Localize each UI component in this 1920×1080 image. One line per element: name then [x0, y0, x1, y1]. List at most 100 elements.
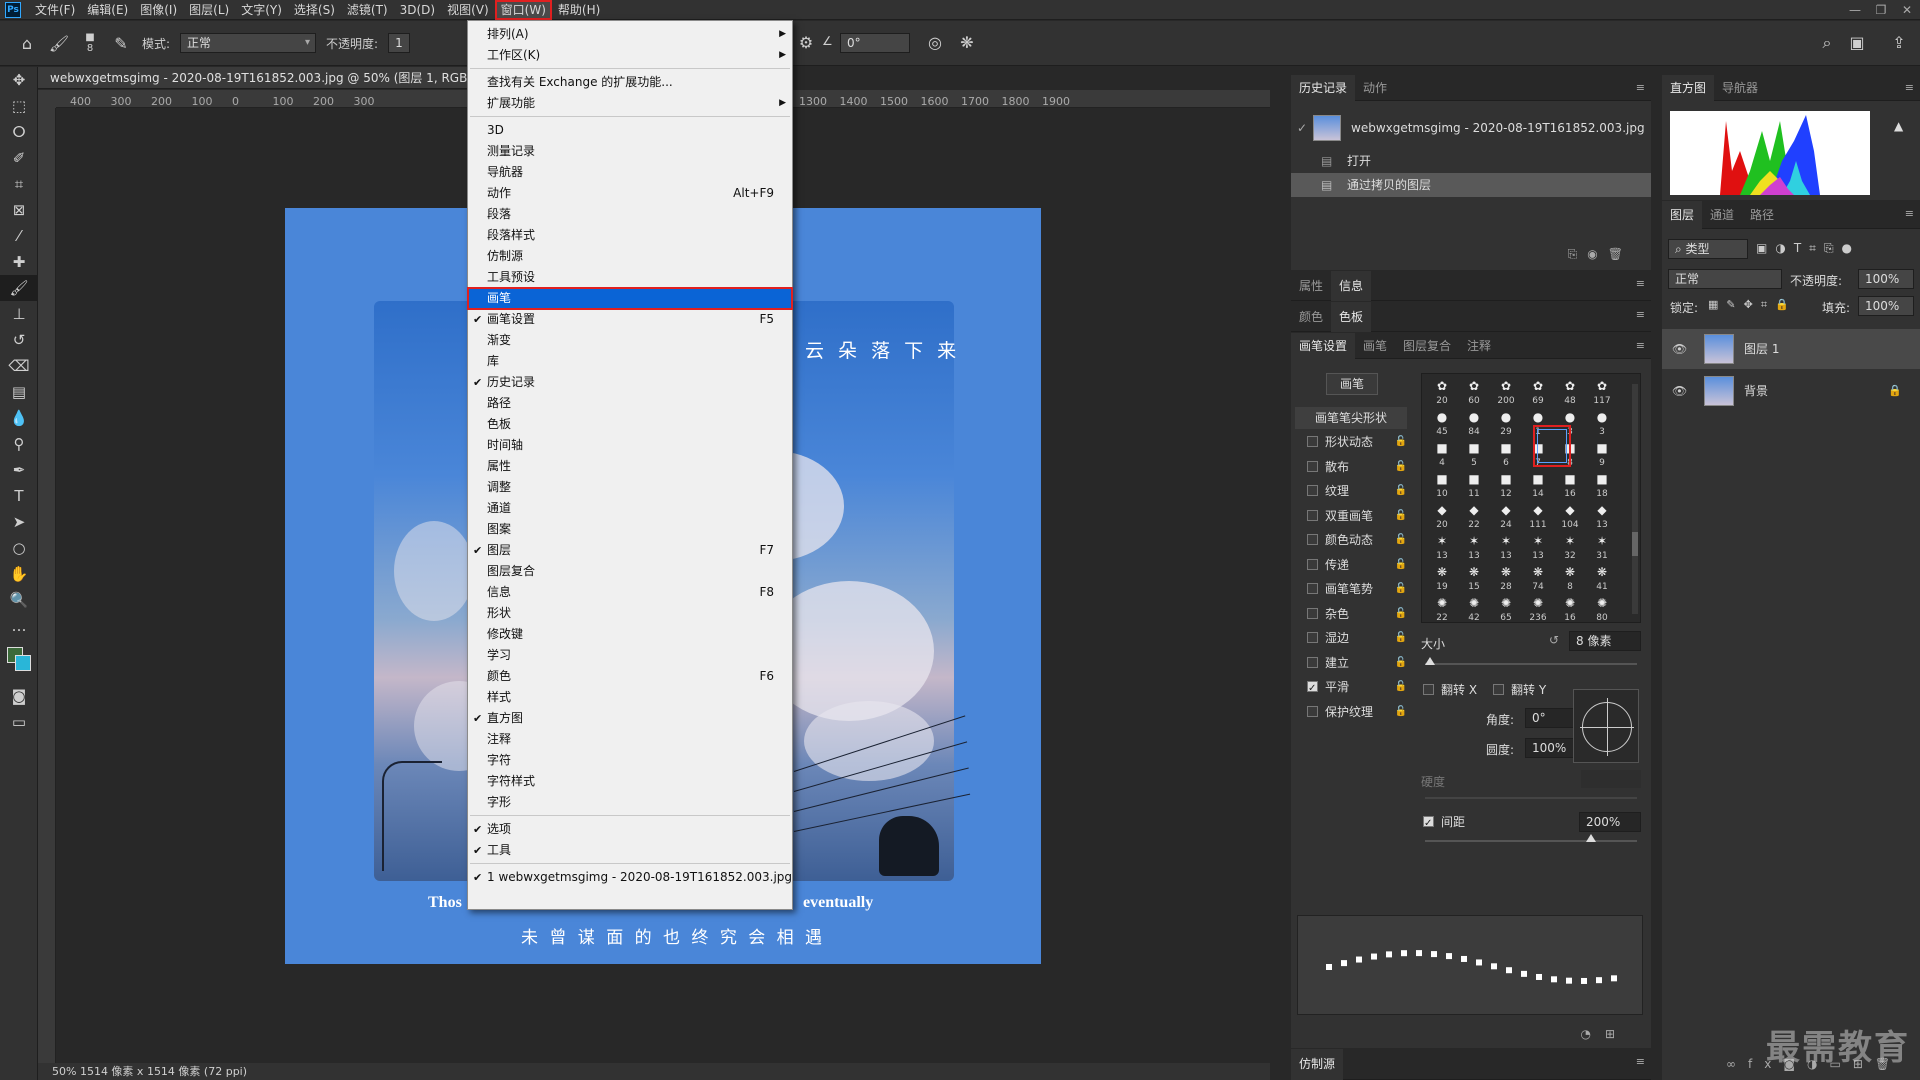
window-menu-item[interactable]: 扩展功能 ▶	[468, 93, 792, 114]
marquee-tool-icon[interactable]: ⬚	[0, 93, 38, 119]
brush-tip[interactable]: ✿ 117	[1588, 376, 1616, 408]
window-menu-item[interactable]: 工具预设	[468, 267, 792, 288]
path-select-tool-icon[interactable]: ➤	[0, 509, 38, 535]
checkbox[interactable]	[1307, 460, 1318, 472]
brush-tip[interactable]: ■ 5	[1460, 438, 1488, 470]
window-menu-item[interactable]: 3D	[468, 120, 792, 141]
brush-tip[interactable]: ✿ 200	[1492, 376, 1520, 408]
brush-tip[interactable]: ✿ 20	[1428, 376, 1456, 408]
window-menu-item[interactable]: 仿制源	[468, 246, 792, 267]
lock-icon[interactable]: 🔒	[1888, 371, 1902, 411]
mode-select[interactable]: 正常	[180, 33, 317, 53]
checkbox[interactable]	[1307, 436, 1318, 447]
brush-tip[interactable]: ■ 18	[1588, 469, 1616, 501]
brush-tip[interactable]: ✶ 31	[1588, 531, 1616, 563]
brush-tip[interactable]: ✺ 16	[1556, 593, 1584, 625]
tab-layers[interactable]: 图层	[1662, 201, 1703, 229]
healing-brush-tool-icon[interactable]: ✚	[0, 249, 38, 275]
history-brush-tool-icon[interactable]: ↺	[0, 327, 38, 353]
history-snapshot[interactable]: ✓ webwxgetmsgimg - 2020-08-19T161852.003…	[1291, 111, 1651, 145]
menu-9[interactable]: 窗口(W)	[494, 0, 552, 20]
brush-tip[interactable]: ◆ 13	[1588, 500, 1616, 532]
brush-tip[interactable]: ● 84	[1460, 407, 1488, 439]
cache-warning-icon[interactable]: ▲	[1894, 119, 1903, 133]
lock-image-icon[interactable]: ✎	[1726, 298, 1743, 311]
panel-menu-icon[interactable]: ≡	[1636, 277, 1645, 290]
window-menu-item[interactable]: 画笔	[467, 287, 793, 310]
checkbox[interactable]	[1307, 656, 1318, 668]
panel-menu-icon[interactable]: ≡	[1905, 81, 1914, 94]
lock-artboard-icon[interactable]: ⌗	[1761, 298, 1775, 311]
pen-tool-icon[interactable]: ✒	[0, 457, 38, 483]
lock-icon[interactable]: 🔓	[1395, 578, 1407, 600]
angle-roundness-widget[interactable]	[1573, 689, 1639, 763]
brush-tip[interactable]: ■ 6	[1492, 438, 1520, 470]
brush-tip[interactable]: ✶ 32	[1556, 531, 1584, 563]
checkbox[interactable]	[1307, 583, 1318, 594]
lock-icon[interactable]: 🔓	[1395, 431, 1407, 453]
window-menu-item[interactable]: 色板	[468, 414, 792, 435]
brush-size-preview[interactable]: ■ 8	[80, 32, 100, 54]
brush-tip[interactable]: ✿ 48	[1556, 376, 1584, 408]
color-swatches-icon[interactable]	[0, 639, 38, 683]
brushes-button[interactable]: 画笔	[1326, 373, 1378, 395]
brush-option-checkbox[interactable]: 保护纹理 🔓	[1295, 701, 1407, 723]
brush-option-checkbox[interactable]: 杂色 🔓	[1295, 603, 1407, 625]
menu-3[interactable]: 图层(L)	[183, 0, 235, 20]
lock-icon[interactable]: 🔓	[1395, 603, 1407, 625]
window-menu-item[interactable]: 查找有关 Exchange 的扩展功能...	[468, 72, 792, 93]
menu-6[interactable]: 滤镜(T)	[341, 0, 394, 20]
tab-histogram[interactable]: 直方图	[1662, 75, 1715, 101]
filter-type-icon[interactable]: T	[1794, 241, 1809, 255]
symmetry-butterfly-icon[interactable]: ❋	[956, 33, 978, 52]
window-menu-item[interactable]: 学习	[468, 645, 792, 666]
lock-icon[interactable]: 🔓	[1395, 529, 1407, 551]
quick-mask-icon[interactable]: ◙	[0, 683, 38, 709]
restore-icon[interactable]: ❐	[1868, 0, 1894, 20]
window-menu-item[interactable]: 修改键	[468, 624, 792, 645]
tab-info[interactable]: 信息	[1331, 271, 1372, 301]
window-menu-item[interactable]: 字形	[468, 792, 792, 813]
lock-icon[interactable]: 🔓	[1395, 676, 1407, 698]
history-brush-source-icon[interactable]: ✓	[1297, 111, 1307, 145]
window-menu-item[interactable]: ✔ 直方图	[468, 708, 792, 729]
window-menu-item[interactable]: ✔ 工具	[468, 840, 792, 861]
brush-option-checkbox[interactable]: 建立 🔓	[1295, 652, 1407, 674]
link-layers-icon[interactable]: ∞	[1726, 1057, 1748, 1071]
brush-tip[interactable]: ◆ 104	[1556, 500, 1584, 532]
window-menu-item[interactable]: 图案	[468, 519, 792, 540]
settings-gear-icon[interactable]: ⚙	[795, 33, 817, 52]
shape-tool-icon[interactable]: ○	[0, 535, 38, 561]
window-menu-item[interactable]: 字符	[468, 750, 792, 771]
angle-field[interactable]: 0°	[840, 33, 910, 53]
eyedropper-tool-icon[interactable]: ⁄	[0, 223, 38, 249]
brush-option-checkbox[interactable]: 形状动态 🔓	[1295, 431, 1407, 453]
filter-pixel-icon[interactable]: ▣	[1756, 241, 1775, 255]
layer-row[interactable]: 👁 背景 🔒	[1662, 371, 1920, 411]
history-step[interactable]: ▤ 打开	[1291, 149, 1651, 173]
window-menu-item[interactable]: 时间轴	[468, 435, 792, 456]
dodge-tool-icon[interactable]: ⚲	[0, 431, 38, 457]
blend-mode-select[interactable]: 正常	[1668, 269, 1782, 289]
new-brush-icon[interactable]: ⊞	[1605, 1027, 1629, 1041]
brush-tip-shape-item[interactable]: 画笔笔尖形状	[1295, 407, 1407, 429]
workspace-icon[interactable]: ▣	[1846, 33, 1868, 52]
lasso-tool-icon[interactable]: ⵔ	[0, 119, 38, 145]
brush-tip[interactable]: ✺ 236	[1524, 593, 1552, 625]
window-menu-item[interactable]: 渐变	[468, 330, 792, 351]
tab-layer-comps[interactable]: 图层复合	[1395, 333, 1459, 359]
menu-2[interactable]: 图像(I)	[134, 0, 183, 20]
panel-menu-icon[interactable]: ≡	[1636, 81, 1645, 94]
tab-paths[interactable]: 路径	[1742, 201, 1782, 229]
panel-menu-icon[interactable]: ≡	[1905, 207, 1914, 220]
brush-option-checkbox[interactable]: 颜色动态 🔓	[1295, 529, 1407, 551]
gradient-tool-icon[interactable]: ▤	[0, 379, 38, 405]
menu-7[interactable]: 3D(D)	[394, 0, 441, 20]
window-menu-item[interactable]: 路径	[468, 393, 792, 414]
checkbox[interactable]	[1307, 509, 1318, 521]
window-menu-item[interactable]: 动作 Alt+F9	[468, 183, 792, 204]
trash-icon[interactable]: 🗑	[1608, 247, 1633, 261]
window-menu-item[interactable]: 信息 F8	[468, 582, 792, 603]
brush-tip[interactable]: ❋ 74	[1524, 562, 1552, 594]
brush-option-checkbox[interactable]: 平滑 🔓	[1295, 676, 1407, 700]
